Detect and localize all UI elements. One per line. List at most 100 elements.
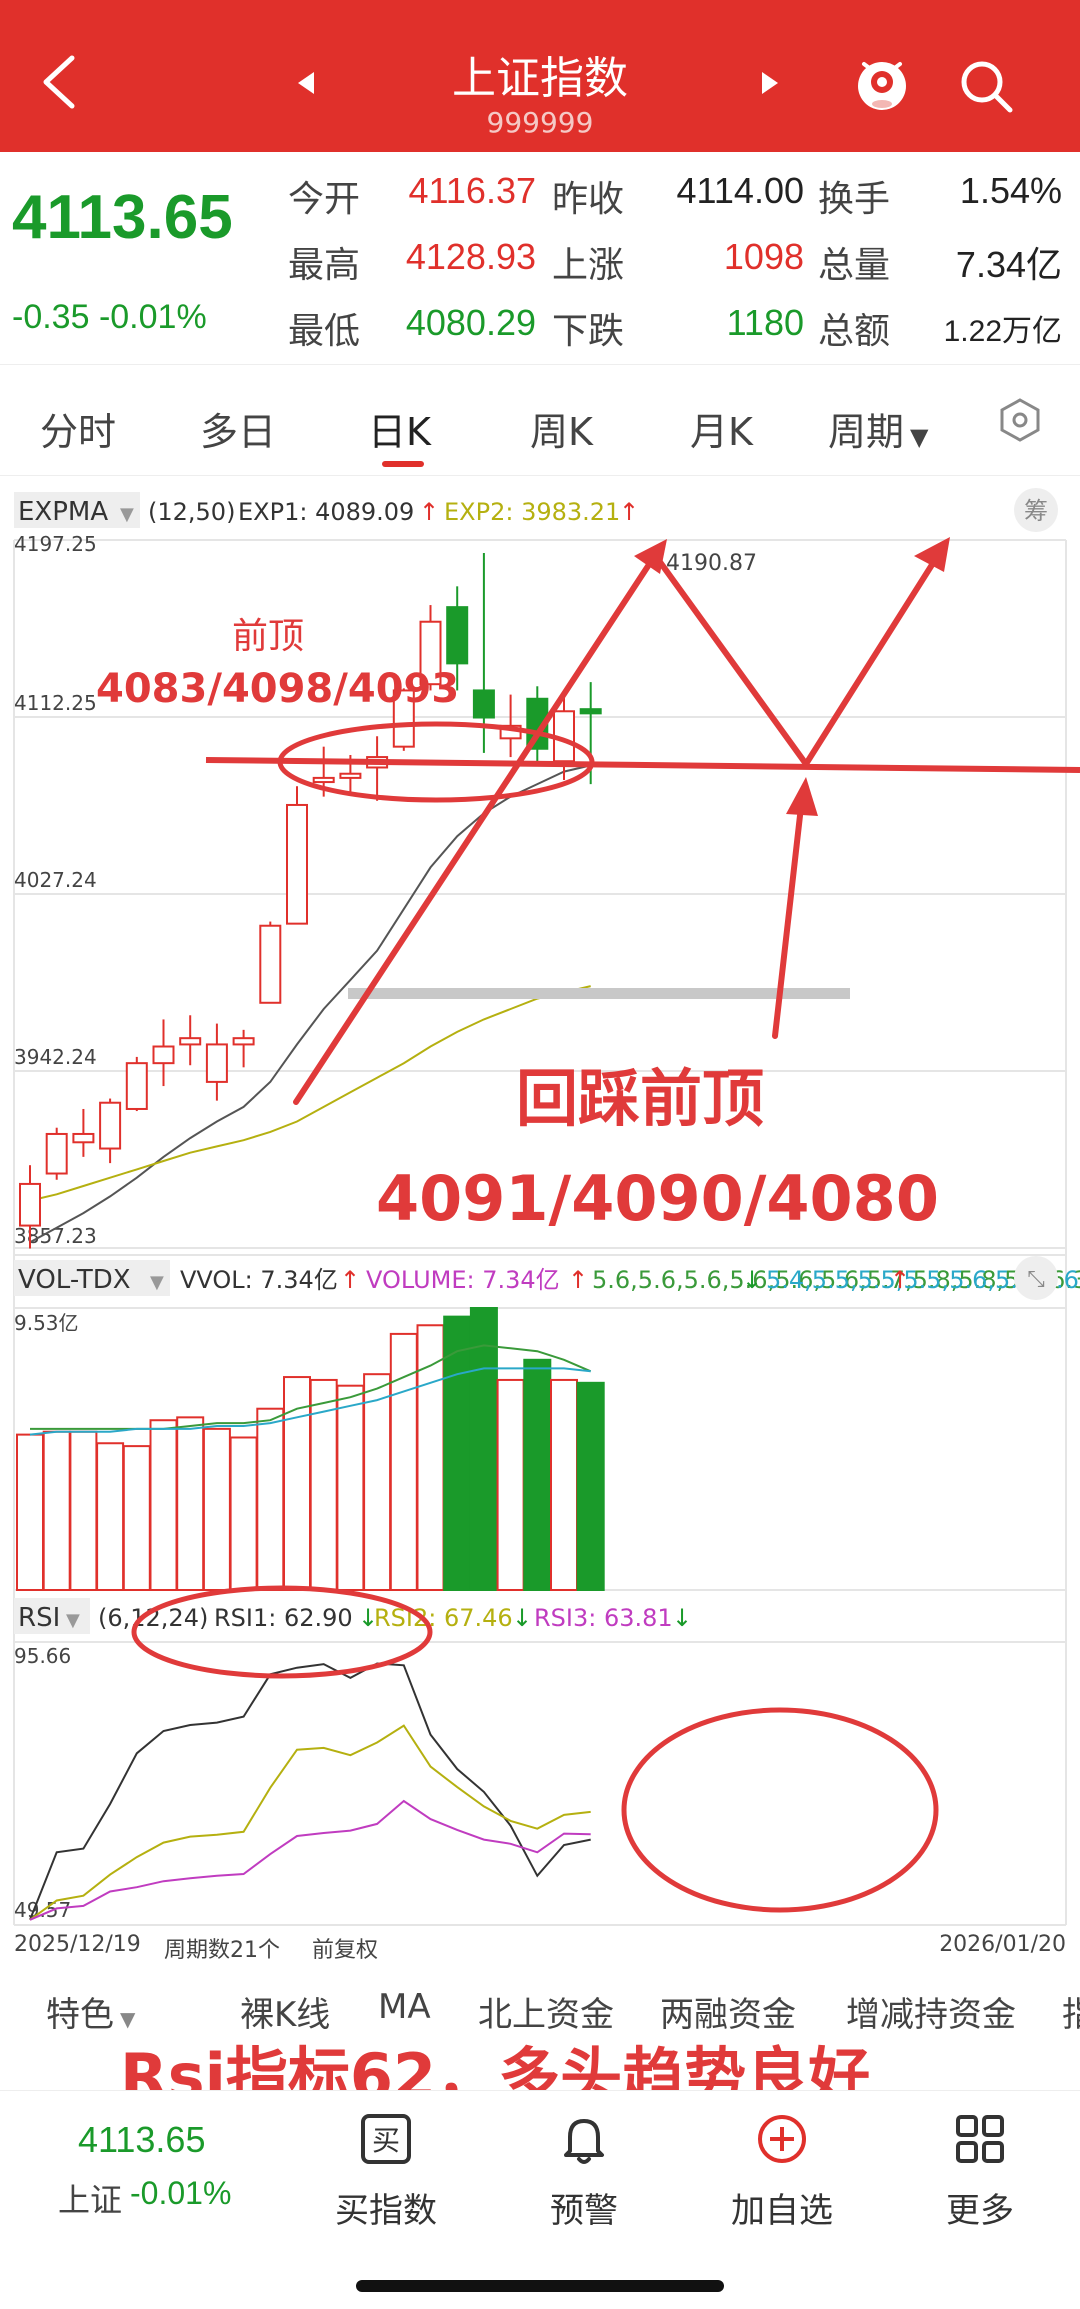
volume-bar	[122, 1445, 151, 1591]
tab-multiday[interactable]: 多日	[200, 401, 276, 456]
tab-weekly-k[interactable]: 周K	[530, 401, 593, 456]
rsi-max-label: 95.66	[14, 1644, 71, 1668]
volume-bar	[443, 1315, 472, 1591]
candle-body	[205, 1043, 228, 1083]
volume-value: 7.34亿	[955, 244, 1062, 285]
volume-bar	[469, 1307, 498, 1591]
kline-chart-area[interactable]: EXPMA ▼ (12,50) EXP1: 4089.09 ↑ EXP2: 39…	[0, 480, 1080, 1930]
more-label: 更多	[946, 2191, 1014, 2231]
support-band	[348, 988, 850, 999]
candle-body	[152, 1045, 175, 1065]
add-watchlist-button[interactable]: 加自选	[702, 2101, 862, 2251]
prev-close-label: 昨收	[552, 179, 625, 220]
caret-down-icon: ▼	[66, 1610, 80, 1631]
plus-circle-icon	[758, 2115, 806, 2163]
chart-date-bar: 2025/12/19 周期数21个 前复权 2026/01/20	[14, 1928, 1066, 1964]
candle-body	[179, 1037, 202, 1046]
add-watchlist-label: 加自选	[731, 2191, 833, 2231]
turnover-label: 换手	[818, 179, 891, 220]
up-label: 上涨	[552, 245, 625, 286]
main-indicator-params: (12,50)	[148, 498, 235, 526]
open-label: 今开	[288, 179, 361, 220]
tab-intraday[interactable]: 分时	[40, 401, 116, 456]
footer-change: -0.01%	[130, 2175, 232, 2211]
candle-body	[286, 803, 308, 925]
y-label: 3942.24	[14, 1045, 97, 1069]
tab-period-label: 周期	[828, 410, 905, 454]
current-price: 4113.65	[12, 183, 233, 252]
period-tabs: 分时 多日 日K 周K 月K 周期 ▼	[0, 364, 1080, 476]
arrow-down-icon: ↓	[512, 1604, 532, 1632]
volume-bar	[202, 1427, 231, 1591]
grid-icon	[956, 2115, 1004, 2163]
volume-bar	[363, 1373, 392, 1591]
home-indicator[interactable]	[356, 2280, 724, 2292]
pullback-title: 回踩前顶	[516, 1062, 764, 1135]
amount-value: 1.22万亿	[943, 315, 1062, 348]
buy-index-button[interactable]: 买 买指数	[306, 2101, 466, 2251]
pullback-values: 4091/4090/4080	[376, 1162, 939, 1235]
candle-body	[579, 708, 602, 715]
candle-body	[99, 1101, 122, 1150]
volume-bar	[550, 1378, 578, 1591]
arrow-down-icon: ↓	[672, 1604, 692, 1632]
footer-stock-name: 上证	[58, 2181, 123, 2219]
settings-hex-icon[interactable]	[996, 396, 1044, 444]
feature-tab-holding-change[interactable]: 增减持资金	[846, 1987, 1016, 2036]
high-value: 4128.93	[405, 236, 536, 277]
feature-tab-ma[interactable]: MA	[378, 1987, 431, 2027]
active-tab-indicator	[382, 461, 424, 467]
rsi2-value: RSI2: 67.46	[374, 1604, 513, 1632]
start-date: 2025/12/19	[14, 1932, 141, 1957]
more-button[interactable]: 更多	[900, 2101, 1060, 2251]
stock-title: 上证指数	[452, 53, 628, 104]
volume-bar	[42, 1430, 71, 1591]
rsi1-value: RSI1: 62.90	[214, 1604, 353, 1632]
open-value: 4116.37	[408, 170, 536, 211]
arrow-up-icon: ↑	[419, 498, 439, 526]
candle-body	[45, 1132, 68, 1175]
quote-board: 4113.65 -0.35 -0.01% 今开 4116.37 昨收 4114.…	[0, 152, 1080, 364]
up-value: 1098	[723, 236, 804, 277]
tab-monthly-k[interactable]: 月K	[690, 401, 753, 456]
candle-body	[312, 776, 335, 784]
alert-button[interactable]: 预警	[504, 2101, 664, 2251]
buy-index-label: 买指数	[335, 2191, 437, 2231]
adjust-mode: 前复权	[312, 1938, 379, 1963]
arrow-up-icon: ↑	[619, 498, 639, 526]
y-label: 4027.24	[14, 868, 97, 892]
footer-price: 4113.65	[78, 2119, 206, 2160]
next-stock-icon[interactable]	[760, 70, 780, 96]
tab-daily-k[interactable]: 日K	[368, 401, 431, 456]
exp1-value: EXP1: 4089.09	[238, 498, 414, 526]
change-pct: -0.01%	[98, 298, 207, 336]
end-date: 2026/01/20	[939, 1932, 1066, 1957]
main-indicator-name: EXPMA	[18, 497, 108, 527]
search-icon[interactable]	[956, 56, 1016, 116]
expand-icon: ⤡	[1027, 1267, 1045, 1292]
candle-body	[72, 1132, 95, 1144]
bell-icon	[564, 2119, 604, 2164]
prev-top-title: 前顶	[232, 616, 304, 657]
tab-period[interactable]: 周期 ▼	[828, 401, 928, 456]
caret-down-icon: ▼	[150, 1272, 164, 1293]
down-label: 下跌	[552, 311, 625, 352]
volume-bar	[149, 1419, 178, 1591]
low-label: 最低	[288, 311, 361, 352]
prev-close-value: 4114.00	[676, 170, 804, 211]
rsi3-value: RSI3: 63.81	[534, 1604, 673, 1632]
candle-body	[232, 1037, 255, 1046]
feature-tab-overflow[interactable]: 指	[1062, 1987, 1080, 2036]
peak-label: 4190.87	[666, 551, 757, 576]
volume-value-legend: VOLUME: 7.34亿	[366, 1266, 560, 1294]
vol-max-label: 9.53亿	[14, 1311, 79, 1335]
candle-body	[19, 1182, 41, 1227]
caret-down-icon: ▼	[120, 504, 134, 525]
volume-bar	[256, 1407, 285, 1592]
amount-label: 总额	[818, 311, 891, 352]
change-value: -0.35	[12, 298, 90, 336]
arrow-up-icon: ↑	[890, 1266, 910, 1294]
bottom-toolbar: 4113.65 上证 -0.01% 买 买指数 预警 加自选 更多	[0, 2090, 1080, 2309]
mascot-icon[interactable]	[850, 52, 914, 116]
y-label: 4197.25	[14, 532, 97, 556]
